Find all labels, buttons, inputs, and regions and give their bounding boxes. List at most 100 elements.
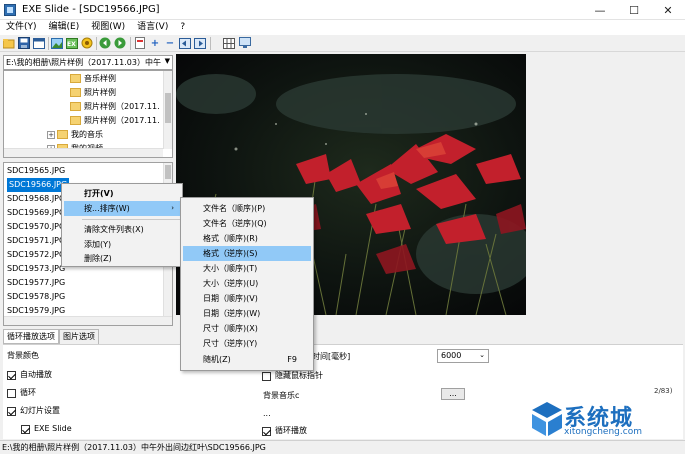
file-item[interactable]: SDC19577.JPG [7,276,65,290]
image-icon[interactable] [51,37,63,49]
file-item[interactable]: SDC19565.JPG [7,164,65,178]
filelist-horizontal-scrollbar[interactable] [4,316,172,325]
grid-icon[interactable] [223,37,235,49]
file-item[interactable]: SDC19571.JPG [7,234,65,248]
ellipsis-label: ... [263,409,271,418]
forward-icon[interactable] [114,37,126,49]
slideshow-settings-checkbox[interactable]: 幻灯片设置 [7,405,60,417]
bg-music-label: 背景音乐c [263,391,300,400]
sort-filename-desc[interactable]: 文件名（逆序)(Q) [183,216,311,231]
path-dropdown[interactable]: E:\我的相册\照片样例（2017.11.03）中午 ▼ [3,55,173,70]
interval-value: 6000 [441,351,462,360]
menu-delete[interactable]: 删除(Z) [64,251,180,266]
shortcut-f9: F9 [287,355,297,364]
back-icon[interactable] [99,37,111,49]
folder-icon [57,130,68,139]
loop-checkbox[interactable]: 循环 [7,387,36,399]
menu-file[interactable]: 文件(Y) [0,20,43,35]
scrollbar-thumb[interactable] [165,93,171,123]
file-item[interactable]: SDC19572.JPG [7,248,65,262]
checkbox-icon[interactable] [262,371,271,381]
svg-text:EX: EX [67,41,76,48]
folder-icon [70,74,81,83]
move-right-icon[interactable] [194,37,206,49]
menu-language[interactable]: 语言(V) [131,20,174,35]
sort-size-desc[interactable]: 大小（逆序)(U) [183,276,311,291]
file-item-selected[interactable]: SDC19566.JPG [7,178,70,192]
chevron-down-icon[interactable]: ▼ [165,57,170,65]
chevron-down-icon[interactable]: ⌄ [479,351,485,359]
sort-size-asc[interactable]: 大小（顺序)(T) [183,261,311,276]
sort-date-desc[interactable]: 日期（逆序)(W) [183,306,311,321]
save-icon[interactable] [18,37,30,49]
tree-item[interactable]: 照片样例（2017.11. [70,100,160,113]
menu-sort-by[interactable]: 按...排序(W) › [64,201,180,216]
sort-random[interactable]: 随机(Z) F9 [183,352,311,367]
file-item[interactable]: SDC19569.JPG [7,206,65,220]
menu-edit[interactable]: 编辑(E) [43,20,86,35]
move-left-icon[interactable] [179,37,191,49]
file-item[interactable]: SDC19573.JPG [7,262,65,276]
toolbar: EX + − [0,35,685,52]
tree-vertical-scrollbar[interactable] [163,71,172,149]
expand-icon[interactable]: + [47,130,55,139]
page-counter: 2/83) [654,387,673,395]
tab-loop-options[interactable]: 循环播放选项 [3,329,59,344]
checkbox-icon[interactable] [262,426,271,436]
context-menu: 打开(V) 按...排序(W) › 清除文件列表(X) 添加(Y) 删除(Z) [61,183,183,267]
status-bar: E:\我的相册\照片样例（2017.11.03）中午外出间边红叶\SDC1956… [0,440,685,454]
sort-date-asc[interactable]: 日期（顺序)(V) [183,291,311,306]
folder-icon [70,116,81,125]
record-icon[interactable] [81,37,93,49]
tree-item[interactable]: 照片样例 [70,86,116,99]
menu-bar: 文件(Y) 编辑(E) 视图(W) 语言(V) ? [0,20,685,35]
autoplay-checkbox[interactable]: 自动播放 [7,369,52,381]
tree-item[interactable]: 音乐样例 [70,72,116,85]
watermark-url: xitongcheng.com [564,427,642,437]
sort-format-asc[interactable]: 格式（顺序)(R) [183,231,311,246]
loop-play-checkbox[interactable]: 循环播放 [262,425,307,437]
checkbox-icon[interactable] [7,370,16,380]
tab-image-options[interactable]: 图片选项 [59,329,99,344]
path-value: E:\我的相册\照片样例（2017.11.03）中午 [6,58,161,67]
open-folder-icon[interactable] [3,37,15,49]
minimize-button[interactable]: — [583,0,617,20]
window-title: EXE Slide - [SDC19566.JPG] [22,4,160,15]
menu-add[interactable]: 添加(Y) [64,237,180,252]
submenu-arrow-icon: › [171,204,174,212]
file-item[interactable]: SDC19578.JPG [7,290,65,304]
tree-item[interactable]: 照片样例（2017.11. [70,114,160,127]
file-item[interactable]: SDC19570.JPG [7,220,65,234]
monitor-icon[interactable] [239,37,251,49]
add-icon[interactable]: + [149,37,161,49]
page-icon[interactable] [134,37,146,49]
bg-color-label: 背景颜色 [7,351,39,360]
menu-help[interactable]: ? [174,20,191,35]
maximize-button[interactable]: ☐ [617,0,651,20]
menu-view[interactable]: 视图(W) [85,20,131,35]
interval-select[interactable]: 6000 ⌄ [437,349,489,363]
file-item[interactable]: SDC19568.JPG [7,192,65,206]
options-tabs: 循环播放选项 图片选项 [3,329,99,344]
menu-clear-list[interactable]: 清除文件列表(X) [64,222,180,237]
tree-horizontal-scrollbar[interactable] [4,148,163,157]
remove-icon[interactable]: − [164,37,176,49]
tree-item[interactable]: + 我的音乐 [47,128,103,141]
sort-format-desc[interactable]: 格式（逆序)(S) [183,246,311,261]
sort-dimension-asc[interactable]: 尺寸（顺序)(X) [183,321,311,336]
exe-icon[interactable]: EX [66,37,78,49]
checkbox-icon[interactable] [7,406,16,416]
close-button[interactable]: ✕ [651,0,685,20]
hide-cursor-checkbox[interactable]: 隐藏鼠标指针 [262,370,323,382]
exe-slide-checkbox[interactable]: EXE Slide [21,423,72,435]
window-icon[interactable] [33,37,45,49]
sort-dimension-desc[interactable]: 尺寸（逆序)(Y) [183,336,311,351]
sort-filename-asc[interactable]: 文件名（顺序)(P) [183,201,311,216]
watermark: 系统城 xitongcheng.com [528,398,684,440]
menu-open[interactable]: 打开(V) [64,186,180,201]
scrollbar-thumb[interactable] [165,165,171,179]
checkbox-icon[interactable] [7,388,16,398]
folder-tree[interactable]: 音乐样例 照片样例 照片样例（2017.11. 照片样例（2017.11. + 我… [3,70,173,158]
browse-music-button[interactable]: ... [441,388,465,400]
checkbox-icon[interactable] [21,424,30,434]
